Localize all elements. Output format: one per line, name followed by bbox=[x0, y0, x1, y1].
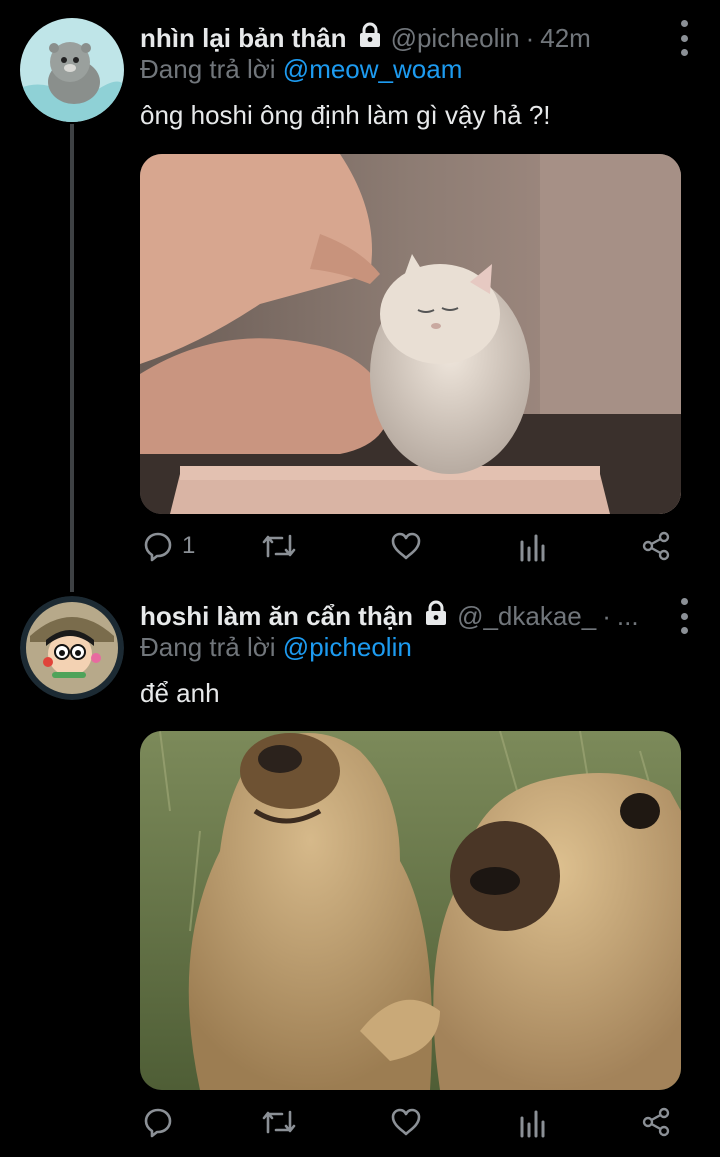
tweet-media-cat-photo[interactable] bbox=[140, 154, 681, 514]
timestamp[interactable]: ... bbox=[617, 601, 639, 632]
replying-prefix: Đang trả lời bbox=[140, 632, 276, 662]
retweet-icon bbox=[262, 534, 296, 558]
replying-to: Đang trả lời @picheolin bbox=[140, 632, 412, 663]
more-icon[interactable] bbox=[678, 20, 690, 56]
tweet-media-marmot-photo[interactable] bbox=[140, 731, 681, 1090]
share-button[interactable] bbox=[640, 526, 672, 566]
like-button[interactable] bbox=[390, 1102, 422, 1142]
separator: · bbox=[525, 22, 535, 53]
more-icon[interactable] bbox=[678, 598, 690, 634]
avatar[interactable] bbox=[20, 596, 124, 700]
reply-button[interactable]: 1 bbox=[142, 526, 195, 566]
share-button[interactable] bbox=[640, 1102, 672, 1142]
reply-icon bbox=[144, 1108, 172, 1138]
analytics-icon bbox=[520, 1110, 545, 1138]
tweet-actions bbox=[140, 1102, 674, 1142]
reply-count: 1 bbox=[182, 532, 196, 559]
like-icon bbox=[391, 1108, 421, 1136]
display-name[interactable]: hoshi làm ăn cẩn thận bbox=[140, 601, 413, 632]
timestamp[interactable]: 42m bbox=[540, 23, 591, 54]
tweet-text: ông hoshi ông định làm gì vậy hả ?! bbox=[140, 100, 551, 130]
replying-mention[interactable]: @meow_woam bbox=[283, 54, 463, 84]
like-button[interactable] bbox=[390, 526, 422, 566]
tweet-actions: 1 bbox=[140, 526, 674, 566]
like-icon bbox=[391, 532, 421, 560]
share-icon bbox=[642, 1107, 670, 1137]
user-handle[interactable]: @picheolin bbox=[391, 23, 520, 54]
lock-icon bbox=[359, 22, 381, 55]
user-handle[interactable]: @_dkakae_ bbox=[457, 601, 596, 632]
lock-icon bbox=[425, 600, 447, 633]
tweet-1[interactable]: nhìn lại bản thân @picheolin · 42m Đang … bbox=[0, 0, 720, 590]
avatar[interactable] bbox=[20, 18, 124, 122]
replying-to: Đang trả lời @meow_woam bbox=[140, 54, 462, 85]
replying-mention[interactable]: @picheolin bbox=[283, 632, 412, 662]
analytics-button[interactable] bbox=[518, 526, 546, 566]
reply-button[interactable] bbox=[142, 1102, 182, 1142]
reply-icon bbox=[144, 532, 172, 562]
share-icon bbox=[642, 531, 670, 561]
analytics-icon bbox=[520, 534, 545, 562]
tweet-2[interactable]: hoshi làm ăn cẩn thận @_dkakae_ · ... Đa… bbox=[0, 590, 720, 1157]
replying-prefix: Đang trả lời bbox=[140, 54, 276, 84]
retweet-button[interactable] bbox=[260, 526, 298, 566]
separator: · bbox=[602, 600, 611, 631]
retweet-icon bbox=[262, 1110, 296, 1134]
tweet-text: để anh bbox=[140, 678, 220, 708]
display-name[interactable]: nhìn lại bản thân bbox=[140, 23, 347, 54]
retweet-button[interactable] bbox=[260, 1102, 298, 1142]
analytics-button[interactable] bbox=[518, 1102, 546, 1142]
